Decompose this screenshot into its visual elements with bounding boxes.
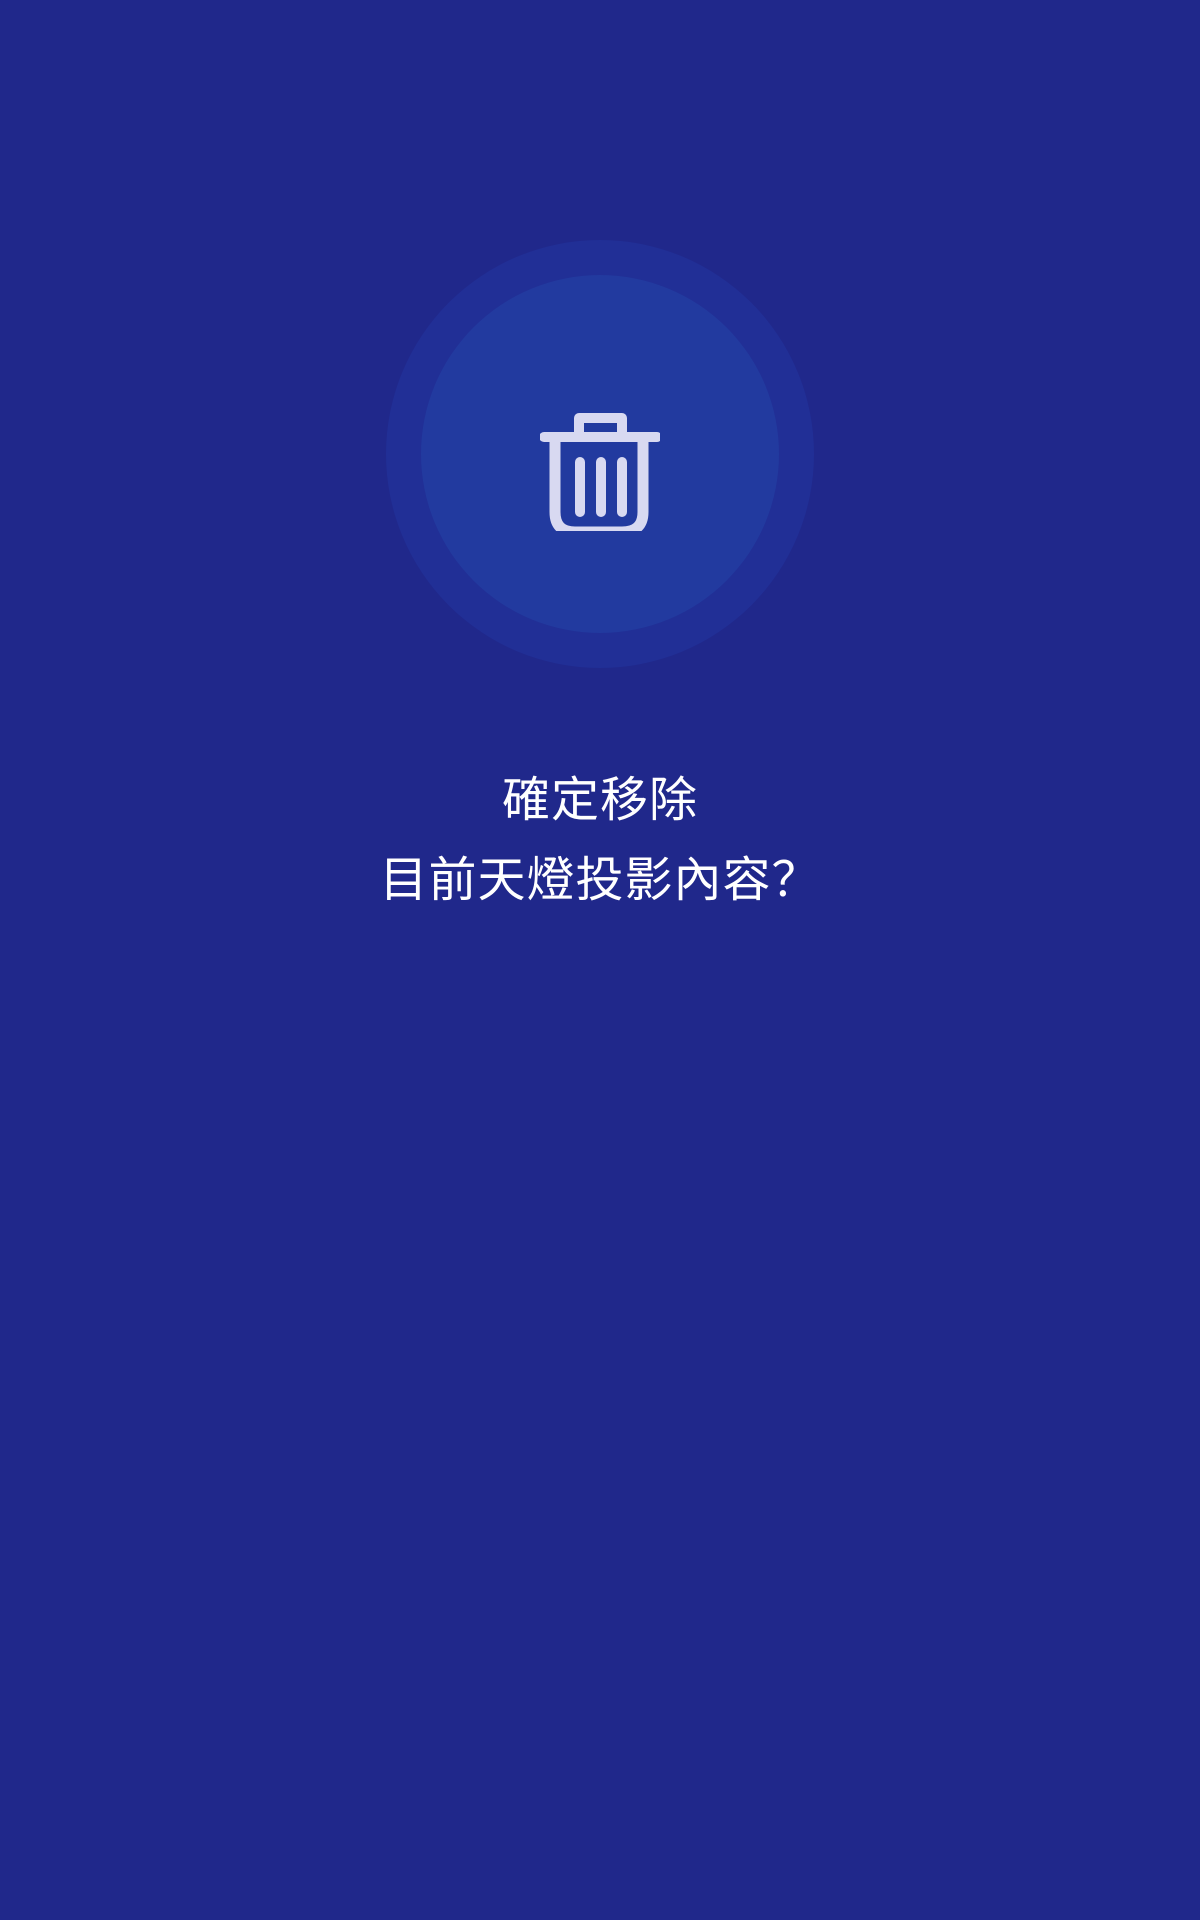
message-line-2: 目前天燈投影內容？ [379, 852, 821, 908]
delete-icon-outer-circle [386, 240, 814, 668]
remove-confirmation-screen: 確定移除 目前天燈投影內容？ [0, 0, 1200, 1920]
trash-icon [540, 413, 660, 531]
delete-icon-inner-circle [421, 275, 779, 633]
message-line-1: 確定移除 [501, 772, 698, 828]
remove-confirmation-message: 確定移除 目前天燈投影內容？ [0, 760, 1200, 920]
